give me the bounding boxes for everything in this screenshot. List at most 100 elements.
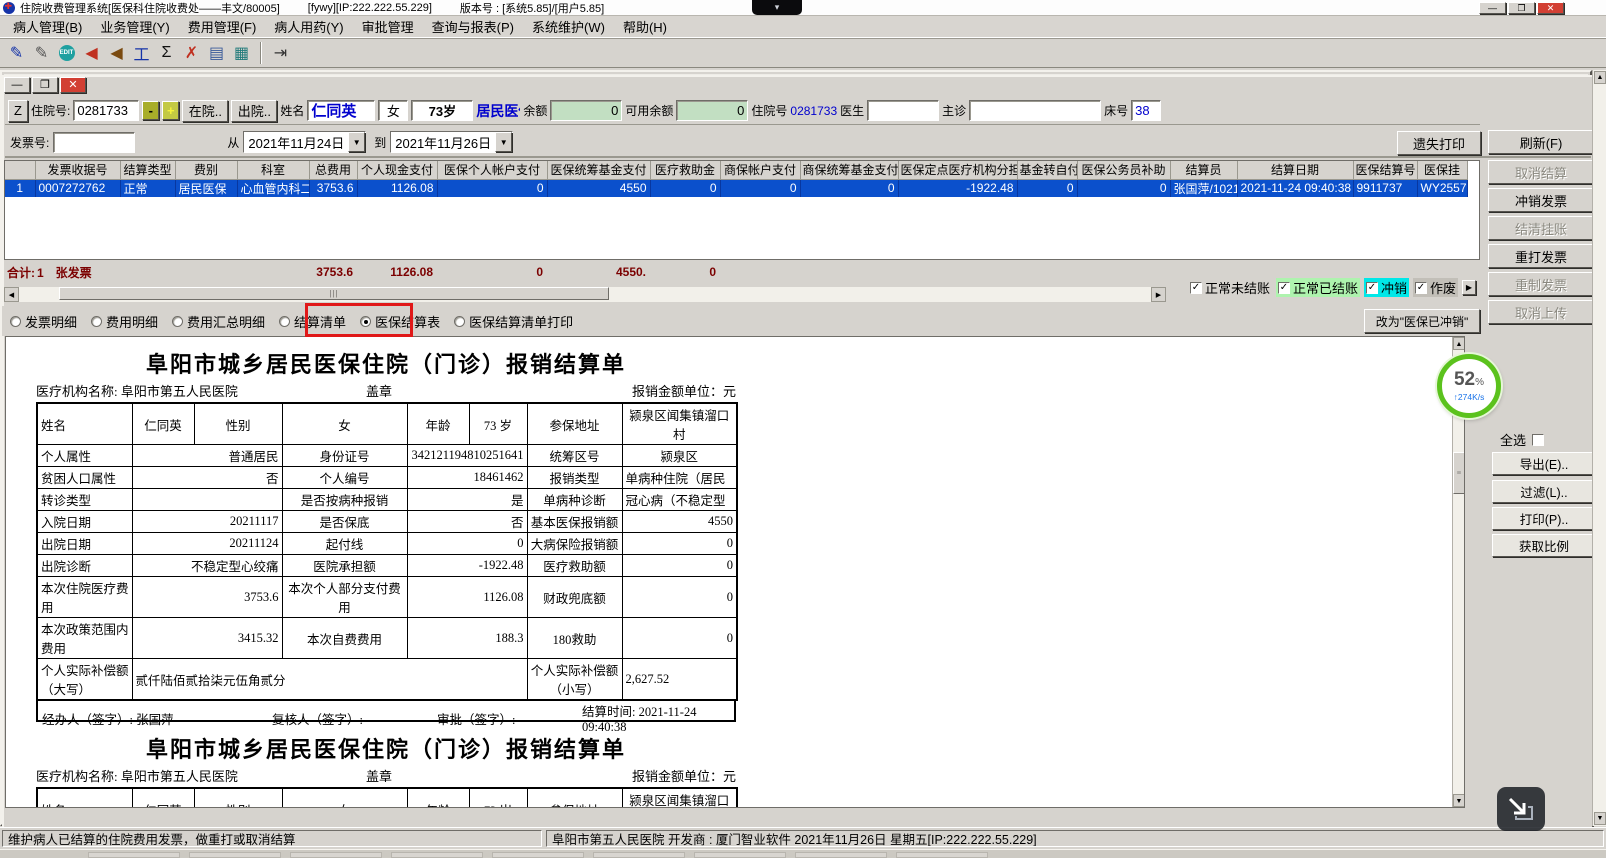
sum-icon[interactable]: Σ <box>154 41 179 65</box>
admission-no-input[interactable]: 0281733 <box>73 100 140 121</box>
scroll-right-icon[interactable]: ▶ <box>1151 287 1166 302</box>
menu-item-1[interactable]: 业务管理(Y) <box>91 15 178 38</box>
taskbar-item[interactable] <box>896 852 988 858</box>
taskbar-item[interactable] <box>391 852 483 858</box>
exit-icon[interactable]: ⇥ <box>268 41 293 65</box>
grid-col-header-10[interactable]: 商保帐户支付 <box>720 161 801 180</box>
taskbar-item[interactable] <box>593 852 685 858</box>
modify-invoice-icon[interactable]: ✎ <box>29 41 54 65</box>
scroll-up-icon[interactable]: ▲ <box>1594 71 1606 84</box>
to-date-dropdown-icon[interactable]: ▼ <box>495 132 513 152</box>
grid-col-header-18[interactable]: 医保挂 <box>1417 161 1468 180</box>
cancel-icon[interactable]: ✗ <box>179 41 204 65</box>
scroll-left-icon[interactable]: ◀ <box>4 287 19 302</box>
edit-mode-icon[interactable]: EDIT <box>54 41 79 65</box>
radio-icon[interactable] <box>172 315 184 327</box>
status-filter-2[interactable]: ✓ 冲销 <box>1363 278 1409 297</box>
side-button-结清挂账[interactable]: 结清挂账 <box>1488 216 1594 240</box>
taskbar-item[interactable] <box>492 852 584 858</box>
radio-icon[interactable] <box>91 315 103 327</box>
hscroll-thumb[interactable]: ||| <box>59 287 609 300</box>
doctor-field[interactable] <box>867 100 940 121</box>
recorder-overlay-badge[interactable]: ▾ <box>752 0 802 15</box>
checkbox-icon[interactable]: ✓ <box>1277 281 1290 294</box>
side-button-取消结算[interactable]: 取消结算 <box>1488 160 1594 184</box>
download-progress-overlay[interactable]: 52% ↑274K/s <box>1437 354 1501 418</box>
checkbox-icon[interactable]: ✓ <box>1365 281 1378 294</box>
report-preview[interactable]: 阜阳市城乡居民医保住院（门诊）报销结算单 医疗机构名称: 阜阳市第五人民医院 盖… <box>5 336 1465 808</box>
checkbox-icon[interactable]: ✓ <box>1189 281 1202 294</box>
side-button-取消上传[interactable]: 取消上传 <box>1488 300 1594 324</box>
vscroll-thumb[interactable]: ≡ <box>1453 452 1464 494</box>
side-button-冲销发票[interactable]: 冲销发票 <box>1488 188 1594 212</box>
grid-col-header-8[interactable]: 医保统筹基金支付 <box>547 161 651 180</box>
grid-col-header-11[interactable]: 商保统筹基金支付 <box>800 161 899 180</box>
taskbar-item[interactable] <box>795 852 887 858</box>
taskbar-item[interactable] <box>189 852 281 858</box>
taskbar-item[interactable] <box>290 852 382 858</box>
taskbar-sliver[interactable] <box>0 849 1606 858</box>
scroll-down-icon[interactable]: ▼ <box>1594 812 1606 825</box>
grid-col-header-6[interactable]: 个人现金支付 <box>357 161 438 180</box>
menu-item-2[interactable]: 费用管理(F) <box>179 15 266 38</box>
tool-button-导出(E)..[interactable]: 导出(E).. <box>1492 452 1596 475</box>
menu-item-7[interactable]: 帮助(H) <box>614 15 676 38</box>
tool-button-获取比例[interactable]: 获取比例 <box>1492 534 1596 557</box>
child-close-button[interactable]: ✕ <box>60 77 86 93</box>
grid-col-header-3[interactable]: 费别 <box>175 161 238 180</box>
scroll-down-icon[interactable]: ▼ <box>1453 794 1464 807</box>
grid-col-header-14[interactable]: 医保公务员补助 <box>1077 161 1171 180</box>
taskbar-item[interactable] <box>88 852 180 858</box>
minimize-button[interactable]: — <box>1479 2 1506 14</box>
close-button[interactable]: ✕ <box>1537 2 1564 14</box>
discharged-button[interactable]: 出院.. <box>231 99 278 122</box>
grid-view-icon[interactable]: ▦ <box>229 41 254 65</box>
side-button-刷新(F)[interactable]: 刷新(F) <box>1488 130 1594 154</box>
z-button[interactable]: Z <box>8 99 28 122</box>
radio-icon[interactable] <box>10 315 21 327</box>
view-option-0[interactable]: 发票明细 <box>10 312 77 331</box>
detail-list-icon[interactable]: ▤ <box>204 41 229 65</box>
grid-col-header-9[interactable]: 医疗救助金 <box>650 161 721 180</box>
restore-button[interactable]: ❐ <box>1508 2 1535 14</box>
checkbox-icon[interactable]: ✓ <box>1414 281 1427 294</box>
new-invoice-icon[interactable]: ✎ <box>4 41 29 65</box>
tool-button-打印(P)..[interactable]: 打印(P).. <box>1492 507 1596 530</box>
side-button-重制发票[interactable]: 重制发票 <box>1488 272 1594 296</box>
status-filter-1[interactable]: ✓ 正常已结账 <box>1275 278 1360 297</box>
diagnosis-field[interactable] <box>969 100 1102 121</box>
tool-button-过滤(L)..[interactable]: 过滤(L).. <box>1492 480 1596 503</box>
radio-icon[interactable] <box>279 315 291 327</box>
grid-col-header-12[interactable]: 医保定点医疗机构分担 <box>898 161 1018 180</box>
grid-col-header-13[interactable]: 基金转自付 <box>1017 161 1078 180</box>
grid-col-header-0[interactable] <box>5 161 36 180</box>
prev-record-button[interactable]: - <box>142 101 160 120</box>
screen-capture-tool-icon[interactable] <box>1497 787 1545 831</box>
grid-col-header-7[interactable]: 医保个人帐户支付 <box>437 161 548 180</box>
grid-col-header-15[interactable]: 结算员 <box>1170 161 1238 180</box>
grid-col-header-4[interactable]: 科室 <box>237 161 310 180</box>
status-filter-3[interactable]: ✓ 作废 <box>1412 278 1458 297</box>
next-record-button[interactable]: + <box>162 101 180 120</box>
charge-recall-icon[interactable]: ◀ <box>79 41 104 65</box>
invoice-grid[interactable]: 发票收据号 结算类型 费别 科室 总费用 个人现金支付 医保个人帐户支付 医保统筹基金支付 医疗… <box>4 160 1480 260</box>
from-date-combo[interactable]: 2021年11月24日 ▼ <box>243 131 367 153</box>
grid-col-header-16[interactable]: 结算日期 <box>1237 161 1354 180</box>
grid-col-header-17[interactable]: 医保结算号 <box>1353 161 1418 180</box>
child-restore-button[interactable]: ❐ <box>32 77 58 93</box>
scroll-up-icon[interactable]: ▲ <box>1453 337 1464 350</box>
menu-item-5[interactable]: 查询与报表(P) <box>423 15 523 38</box>
radio-icon[interactable] <box>454 315 466 327</box>
side-button-重打发票[interactable]: 重打发票 <box>1488 244 1594 268</box>
mdi-vscrollbar[interactable]: ▲ ▼ <box>1592 70 1606 826</box>
child-minimize-button[interactable]: — <box>4 77 30 93</box>
taskbar-item[interactable] <box>694 852 786 858</box>
status-filter-0[interactable]: ✓ 正常未结账 <box>1188 278 1272 297</box>
invoice-no-input[interactable] <box>53 131 136 153</box>
to-date-combo[interactable]: 2021年11月26日 ▼ <box>390 131 514 153</box>
select-all-checkbox[interactable] <box>1532 433 1545 446</box>
charge-return-icon[interactable]: ◀ <box>104 41 129 65</box>
menu-item-0[interactable]: 病人管理(B) <box>4 15 91 38</box>
grid-col-header-2[interactable]: 结算类型 <box>120 161 176 180</box>
menu-item-4[interactable]: 审批管理 <box>353 15 423 38</box>
